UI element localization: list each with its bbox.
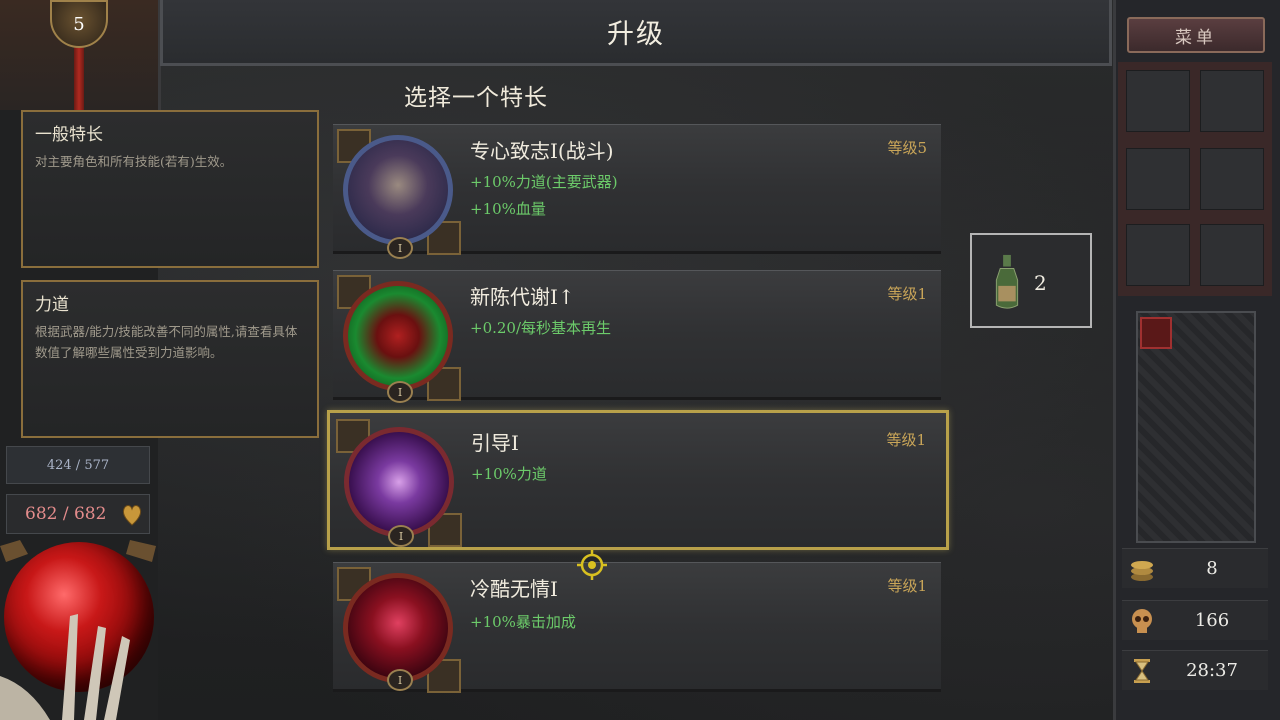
orb-claw-frame [0, 540, 156, 720]
talent-level: 等级1 [887, 577, 927, 595]
time-stat: 28:37 [1122, 650, 1268, 690]
info-title: 一般特长 [35, 125, 103, 145]
talent-card[interactable]: I 新陈代谢I↑ 等级1 +0.20/每秒基本再生 [333, 270, 941, 403]
kills-value: 166 [1194, 610, 1230, 631]
might-info: 力道 根据武器/能力/技能改善不同的属性,请查看具体数值了解哪些属性受到力道影响… [21, 280, 319, 438]
rank-badge: I [387, 237, 413, 259]
rank-badge: I [387, 381, 413, 403]
talent-name: 引导I [471, 431, 519, 455]
health-counter: 682 / 682 [6, 494, 150, 534]
horse-head-item-icon[interactable] [1140, 317, 1172, 349]
talent-effect: +10%暴击加成 [470, 613, 576, 631]
gold-value: 8 [1206, 558, 1218, 579]
crosshair-cursor-icon [577, 550, 607, 580]
talent-name: 专心致志I(战斗) [470, 139, 614, 163]
rank-badge: I [388, 525, 414, 547]
warrior-portrait-icon [343, 135, 453, 245]
talent-card[interactable]: I 专心致志I(战斗) 等级5 +10%力道(主要武器) +10%血量 [333, 124, 941, 259]
talent-level: 等级1 [887, 285, 927, 303]
time-value: 28:37 [1186, 660, 1238, 681]
player-level: 5 [73, 13, 85, 35]
talent-level: 等级1 [886, 431, 926, 449]
equipment-slot[interactable] [1126, 224, 1190, 286]
lungs-icon [343, 281, 453, 391]
equipment-slot[interactable] [1126, 70, 1190, 132]
subtitle: 选择一个特长 [404, 85, 548, 111]
potion-bottle-icon [995, 254, 1019, 309]
equipment-slot[interactable] [1126, 148, 1190, 210]
hp-value: 682 / 682 [25, 504, 107, 524]
talent-effect: +10%力道(主要武器) [470, 173, 618, 191]
kills-stat: 166 [1122, 600, 1268, 640]
page-title: 升级 [607, 19, 665, 50]
gold-coins-icon [1131, 561, 1153, 581]
hourglass-icon [1134, 659, 1150, 683]
xp-value: 424 / 577 [46, 457, 110, 473]
meditating-figure-icon [344, 427, 454, 537]
talent-effect: +10%血量 [470, 200, 546, 218]
equipment-slot[interactable] [1200, 148, 1264, 210]
talent-card[interactable]: I 冷酷无情I 等级1 +10%暴击加成 [333, 562, 941, 693]
info-desc: 对主要角色和所有技能(若有)生效。 [35, 154, 233, 169]
talent-effect: +0.20/每秒基本再生 [470, 319, 612, 337]
skull-icon [1132, 609, 1152, 633]
talent-name: 新陈代谢I↑ [470, 285, 575, 309]
potion-slot[interactable]: 2 [970, 233, 1092, 328]
general-talent-info: 一般特长 对主要角色和所有技能(若有)生效。 [21, 110, 319, 268]
menu-button[interactable]: 菜单 [1127, 17, 1265, 53]
title-bar: 升级 [160, 0, 1112, 66]
rank-badge: I [387, 669, 413, 691]
bleeding-claw-icon [343, 573, 453, 683]
info-title: 力道 [35, 295, 69, 315]
experience-counter: 424 / 577 [6, 446, 150, 484]
talent-effect: +10%力道 [471, 465, 547, 483]
talent-name: 冷酷无情I [470, 577, 558, 601]
potion-count: 2 [1034, 271, 1047, 295]
talent-card-selected[interactable]: I 引导I 等级1 +10%力道 [327, 410, 949, 550]
heart-icon [123, 505, 141, 526]
gold-stat: 8 [1122, 548, 1268, 588]
info-desc: 根据武器/能力/技能改善不同的属性,请查看具体数值了解哪些属性受到力道影响。 [35, 324, 298, 360]
equipment-slot[interactable] [1200, 70, 1264, 132]
equipment-slot[interactable] [1200, 224, 1264, 286]
talent-level: 等级5 [887, 139, 927, 157]
